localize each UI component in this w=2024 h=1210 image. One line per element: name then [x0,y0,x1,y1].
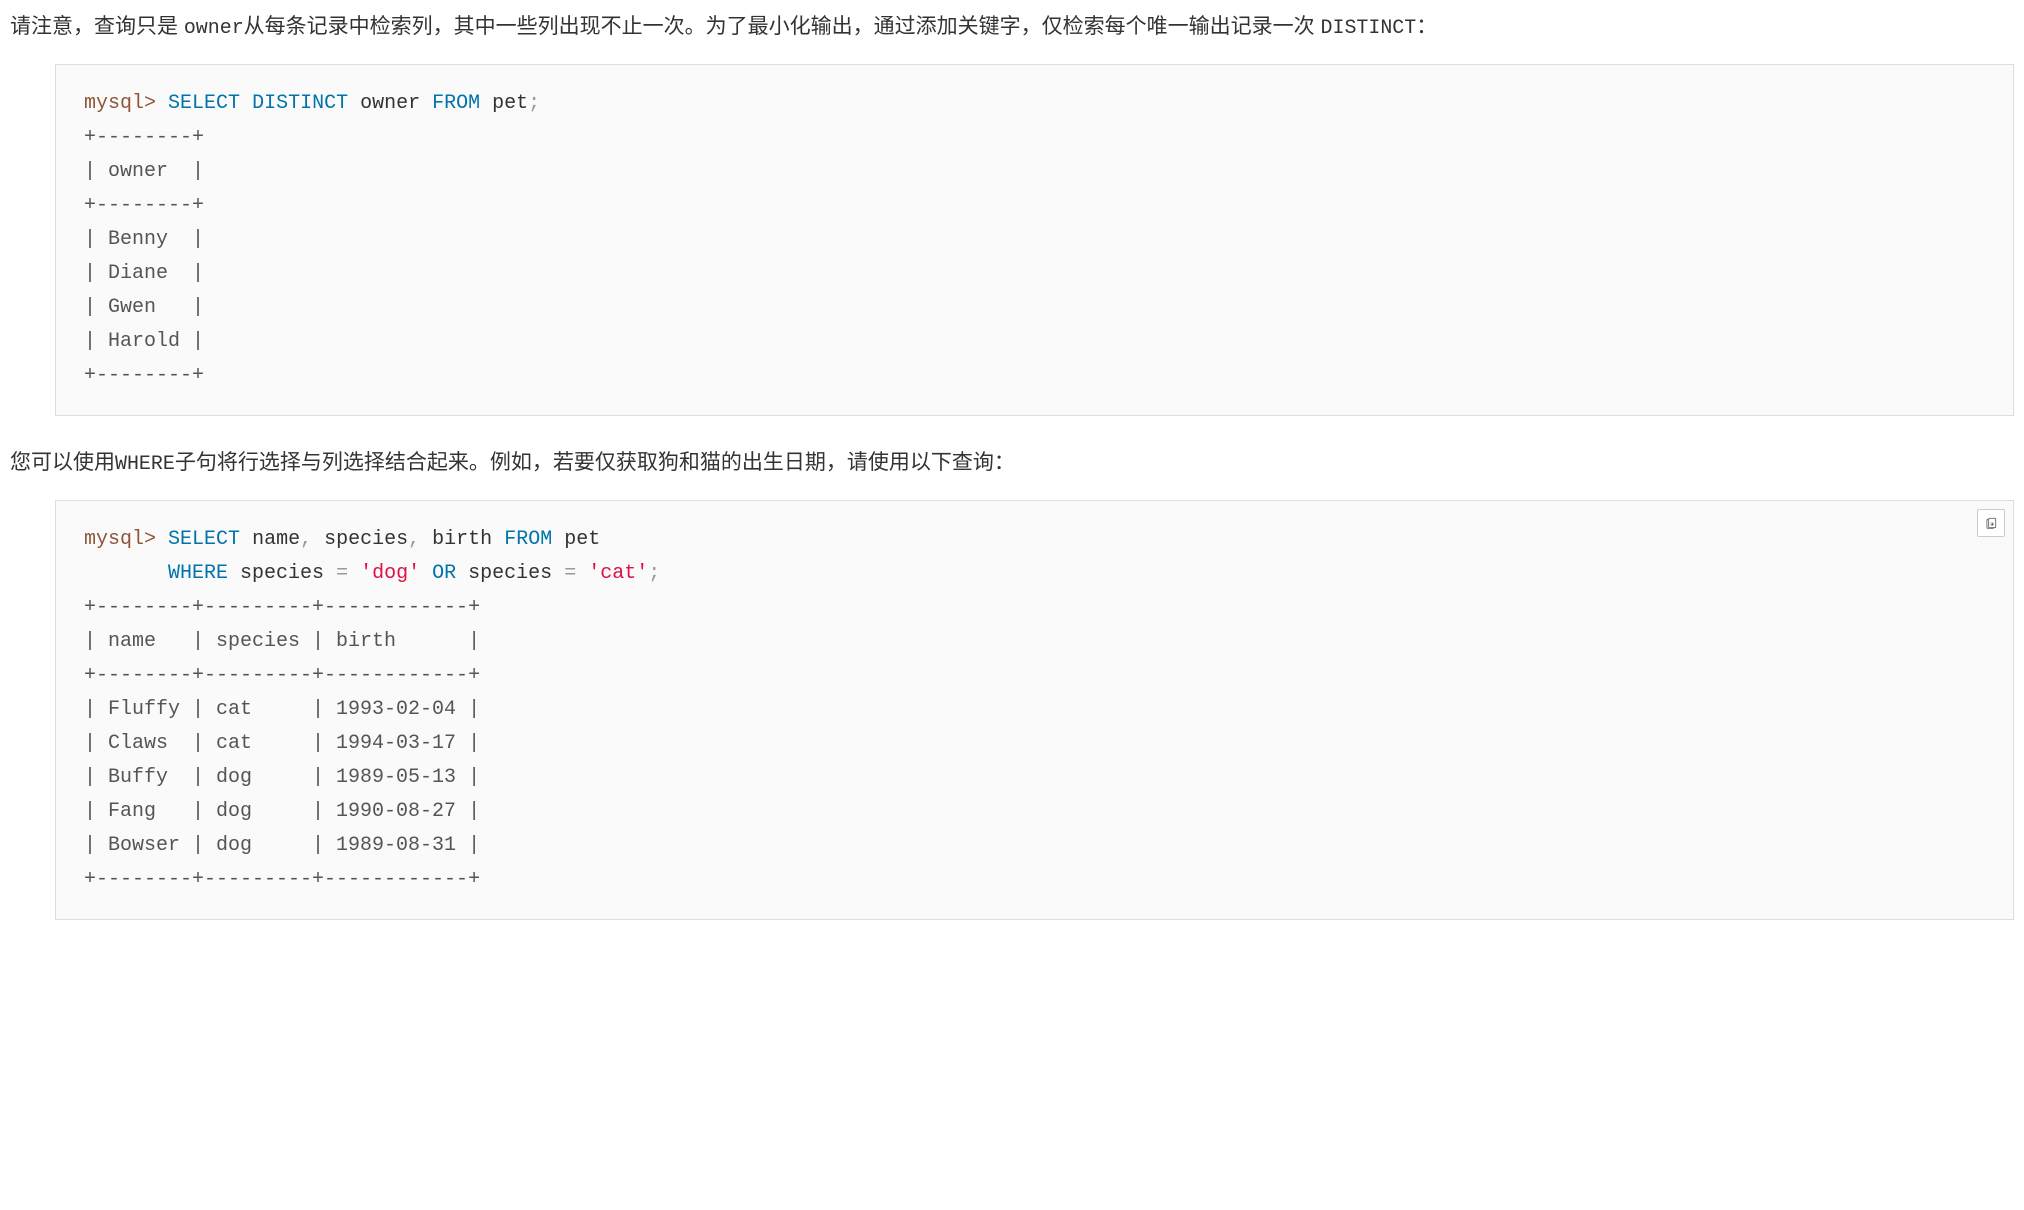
sql-keyword: OR [432,562,456,585]
code-block-2: mysql> SELECT name, species, birth FROM … [55,500,2014,920]
sql-keyword: FROM [504,528,552,551]
text: ： [1416,15,1437,38]
sql-column: species [468,562,552,585]
sql-table: pet [564,528,600,551]
sql-keyword: WHERE [168,562,228,585]
inline-code: WHERE [115,452,175,475]
sql-column: species [240,562,324,585]
sql-string: 'dog' [360,562,420,585]
sql-punct: , [408,528,420,551]
paragraph-2: 您可以使用WHERE子句将行选择与列选择结合起来。例如，若要仅获取狗和猫的出生日… [10,446,2014,480]
copy-button[interactable] [1977,509,2005,537]
sql-operator: = [336,562,348,585]
sql-column: species [324,528,408,551]
sql-operator: = [564,562,576,585]
sql-output: +--------+ | owner | +--------+ | Benny … [84,126,204,387]
text: 请注意，查询只是 [10,15,184,38]
paragraph-1: 请注意，查询只是 owner从每条记录中检索列，其中一些列出现不止一次。为了最小… [10,10,2014,44]
sql-column: name [252,528,300,551]
sql-string: 'cat' [588,562,648,585]
inline-code: DISTINCT [1321,16,1417,39]
sql-punct: ; [648,562,660,585]
code-block-1: mysql> SELECT DISTINCT owner FROM pet; +… [55,64,2014,416]
sql-output: +--------+---------+------------+ | name… [84,596,480,891]
sql-table: pet [492,92,528,115]
sql-punct: , [300,528,312,551]
inline-code: owner [184,16,244,39]
sql-column: owner [360,92,420,115]
sql-keyword: DISTINCT [252,92,348,115]
text: 您可以使用 [10,451,115,474]
sql-prompt: mysql> [84,528,156,551]
sql-punct: ; [528,92,540,115]
clipboard-icon [1984,515,1998,531]
sql-column: birth [432,528,492,551]
sql-prompt: mysql> [84,92,156,115]
text: 从每条记录中检索列，其中一些列出现不止一次。为了最小化输出，通过添加关键字，仅检… [244,15,1321,38]
sql-keyword: FROM [432,92,480,115]
sql-keyword: SELECT [168,528,240,551]
text: 子句将行选择与列选择结合起来。例如，若要仅获取狗和猫的出生日期，请使用以下查询： [175,451,1015,474]
sql-keyword: SELECT [168,92,240,115]
